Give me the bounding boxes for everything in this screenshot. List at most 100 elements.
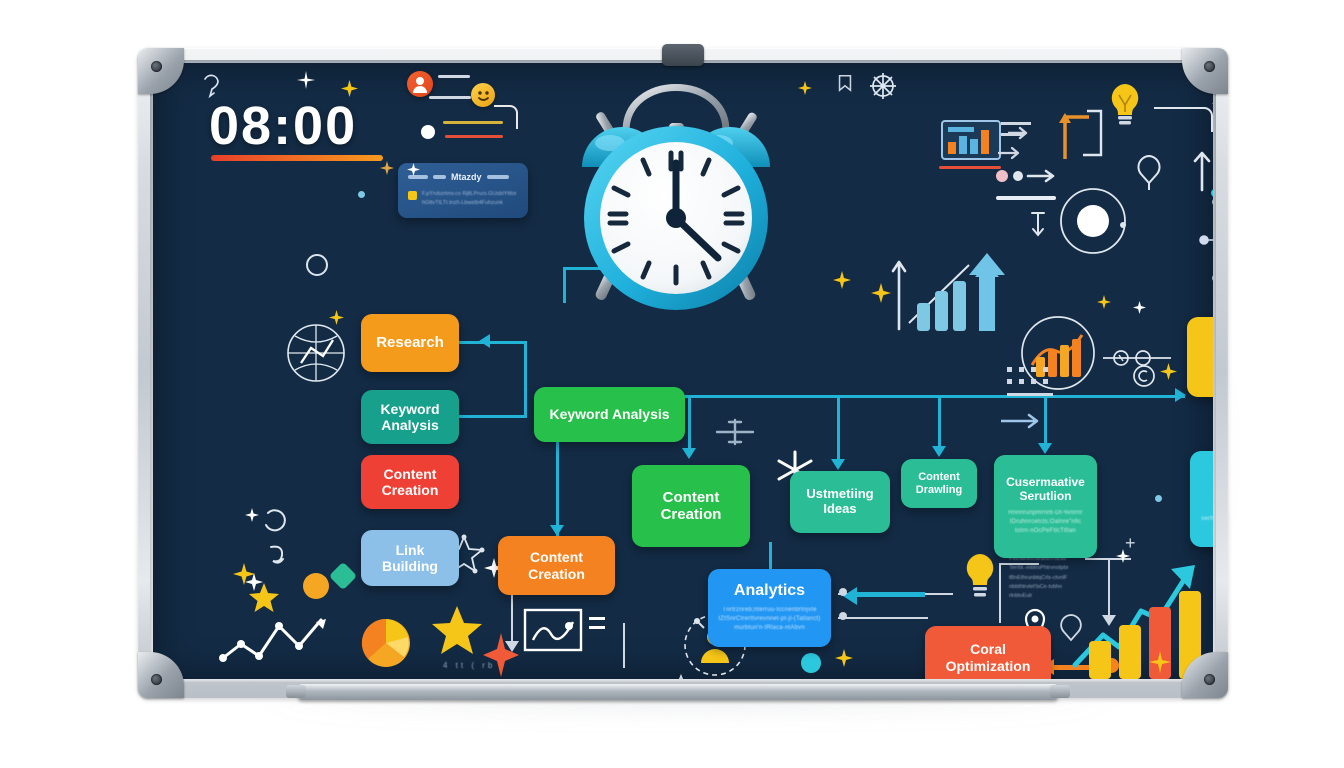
flow-node-advertising-card[interactable]: Amnmtling ter cahdFC'Gbuhtrurer-runrlysn… [1190, 451, 1213, 547]
connector-research-down [524, 341, 527, 415]
marker-tray [286, 684, 1070, 700]
sparkle-icon [833, 271, 851, 289]
lightbulb-icon [1111, 84, 1139, 125]
flow-node-label: Cusermaative Serutlion [1006, 475, 1085, 504]
sparkle-icon [835, 649, 853, 667]
dot-decoration [801, 653, 821, 673]
memo-bullet-icon [408, 191, 417, 200]
flow-node-label: Content Drawling [915, 470, 963, 496]
bookmark-icon [838, 74, 852, 92]
bullet-dot-1 [839, 588, 847, 596]
line-decoration [438, 75, 470, 78]
lightbulb-icon [966, 554, 994, 597]
sparkle-icon [380, 161, 394, 175]
board-surface: 08:00 Mtazdy F.p't'rvbzrtmv.co RjltLPrur… [153, 63, 1213, 679]
diamond-icon [328, 561, 358, 591]
sparkle-icon [1097, 295, 1111, 309]
person-icon [407, 71, 433, 97]
memo-header: Mtazdy [451, 172, 482, 182]
flow-node-link-building-yellow[interactable]: Link Building [1187, 317, 1213, 397]
board-hanger-clip [662, 44, 704, 66]
line-decoration [996, 196, 1056, 200]
loop-icon [270, 545, 284, 564]
flow-node-label: Link Building [382, 541, 438, 574]
copyright-icon [1133, 365, 1155, 387]
network-globe-icon [287, 324, 345, 382]
arrow-down-section [1038, 443, 1052, 454]
flow-node-content-creation-mid[interactable]: Content Creation [632, 465, 750, 547]
grid-dots-icon [1007, 367, 1053, 396]
board-content: 08:00 Mtazdy F.p't'rvbzrtmv.co RjltLPrur… [153, 63, 1213, 679]
line-chart-icon [219, 618, 326, 662]
arrow-down-icon [1031, 212, 1045, 237]
star-icon [432, 606, 482, 654]
digital-time-display: 08:00 [209, 96, 358, 156]
flow-node-customative-section[interactable]: Cusermaative Serutlion Rnnnrunpmrnrb-Dt-%… [994, 455, 1097, 558]
circle-outline-icon [306, 254, 328, 276]
flow-node-link-building-left[interactable]: Link Building [361, 530, 459, 586]
flow-node-untitled-ideas[interactable]: Ustmetiing Ideas [790, 471, 890, 533]
flow-node-label: Content Creation [660, 488, 722, 523]
flow-node-label: Content Creation [381, 465, 439, 498]
bar-chart-icon [891, 253, 1005, 331]
line-decoration [589, 626, 605, 629]
star-outline-icon [678, 673, 684, 679]
plus-icon: + [1125, 533, 1136, 553]
whiteboard: 08:00 Mtazdy F.p't'rvbzrtmv.co RjltLPrur… [138, 44, 1231, 710]
memo-body: F.p't'rvbzrtmv.co RjltLPrurs.GUsbtYttlor… [422, 191, 517, 207]
memo-line-icon-2 [433, 175, 446, 179]
dot-decoration [358, 191, 365, 198]
flow-node-content-creation-orange[interactable]: Content Creation [498, 536, 615, 595]
flow-node-coral-optimization[interactable]: Coral Optimization [925, 626, 1051, 679]
sparkle-icon [407, 163, 420, 176]
bar-chart-icon [941, 120, 1001, 160]
balloon-icon [1060, 614, 1082, 642]
curve-connector-icon [1154, 107, 1213, 132]
memo-line-icon-3 [486, 175, 509, 179]
balloon-icon [204, 74, 219, 99]
bullet-dot-2 [839, 612, 847, 620]
arrow-left-research [479, 334, 490, 348]
flow-node-keyword-analysis-left[interactable]: Keyword Analysis [361, 390, 459, 444]
flow-node-label: Keyword Analysis [549, 406, 670, 423]
line-decoration-red [445, 135, 503, 138]
sparkle-icon [871, 283, 891, 303]
sparkle-icon [341, 80, 358, 97]
curve-connector-icon [494, 105, 518, 129]
flow-node-label: Keyword Analysis [380, 400, 440, 433]
connector-bus-drop-4 [938, 395, 941, 451]
time-underline [211, 155, 383, 161]
sparkle-icon [483, 633, 519, 677]
flow-node-label: Content Creation [528, 549, 585, 582]
sparkle-icon [329, 310, 344, 325]
flow-node-analytics[interactable]: Analytics Tnrtrznreb;nterruu-tccnenbrtnjv… [708, 569, 831, 647]
dot-decoration [1155, 495, 1162, 502]
arrow-right-icon [996, 169, 1055, 183]
arrow-right-bus [1175, 388, 1186, 402]
balloon-icon [1137, 154, 1161, 190]
connector-cyan-left [853, 592, 925, 597]
plane-icon [715, 418, 755, 446]
snowflake-icon [870, 73, 896, 99]
flow-node-keyword-analysis-mid[interactable]: Keyword Analysis [534, 387, 685, 442]
line-decoration [429, 96, 471, 99]
alarm-clock-icon [566, 71, 786, 326]
flow-node-subtext: Tnrtrznreb;nterruu-tccnenbrtnjvte tZtSnr… [718, 606, 821, 632]
flow-node-label: Research [376, 334, 444, 352]
flow-node-content-creation-left[interactable]: Content Creation [361, 455, 459, 509]
flow-node-content-crawling[interactable]: Content Drawling [901, 459, 977, 508]
sparkle-icon [1149, 651, 1171, 673]
smiley-icon [471, 83, 495, 107]
arrow-right-icon [1001, 413, 1039, 429]
chevron-icon [265, 509, 286, 532]
connector-white-v4 [623, 623, 625, 668]
flow-node-subtext: FC'Gbuhtrurer-runrlysnrbeg%rlTlTtNU serh… [1201, 516, 1213, 523]
line-chart-icon [523, 608, 583, 652]
arrow-down-content [682, 448, 696, 459]
flow-node-label: Ustmetiing Ideas [806, 486, 874, 516]
connector-analytics-in [769, 542, 772, 570]
connector-research-right [459, 341, 527, 344]
arrow-down-orange [550, 525, 564, 536]
flow-node-research[interactable]: Research [361, 314, 459, 372]
connector-bus-drop-3 [837, 395, 840, 463]
